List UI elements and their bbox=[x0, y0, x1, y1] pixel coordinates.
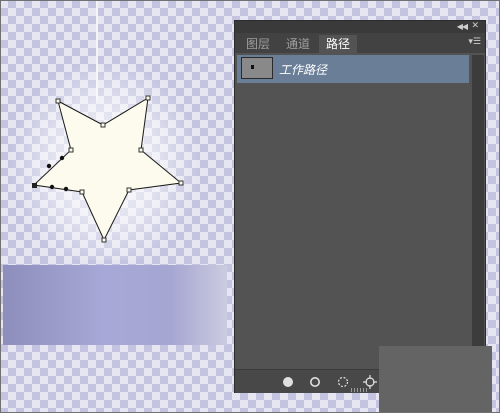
panel-titlebar[interactable]: ◀◀ ✕ bbox=[235, 21, 485, 33]
star-shape[interactable] bbox=[0, 0, 230, 260]
panel-tabs: 图层 通道 路径 ▾☰ bbox=[235, 33, 485, 53]
path-row-work-path[interactable]: 工作路径 bbox=[237, 55, 469, 83]
close-icon[interactable]: ✕ bbox=[471, 21, 479, 31]
gradient-bar bbox=[3, 265, 227, 345]
tab-paths[interactable]: 路径 bbox=[319, 35, 357, 53]
path-thumbnail bbox=[241, 57, 273, 79]
paths-panel: ◀◀ ✕ 图层 通道 路径 ▾☰ 工作路径 bbox=[234, 20, 486, 393]
gray-overlay-block bbox=[379, 346, 492, 413]
tab-layers[interactable]: 图层 bbox=[239, 35, 277, 53]
resize-grip[interactable] bbox=[351, 388, 369, 392]
panel-scrollbar[interactable] bbox=[472, 55, 484, 369]
make-work-path-icon[interactable] bbox=[363, 375, 377, 389]
fill-path-icon[interactable] bbox=[281, 375, 295, 389]
stroke-path-icon[interactable] bbox=[308, 375, 322, 389]
load-selection-icon[interactable] bbox=[336, 375, 350, 389]
thumbnail-mark bbox=[251, 65, 254, 69]
path-name[interactable]: 工作路径 bbox=[279, 61, 327, 78]
tab-channels[interactable]: 通道 bbox=[279, 35, 317, 53]
panel-menu-icon[interactable]: ▾☰ bbox=[468, 37, 481, 47]
selected-anchor bbox=[32, 183, 37, 188]
collapse-icon[interactable]: ◀◀ bbox=[457, 22, 468, 31]
